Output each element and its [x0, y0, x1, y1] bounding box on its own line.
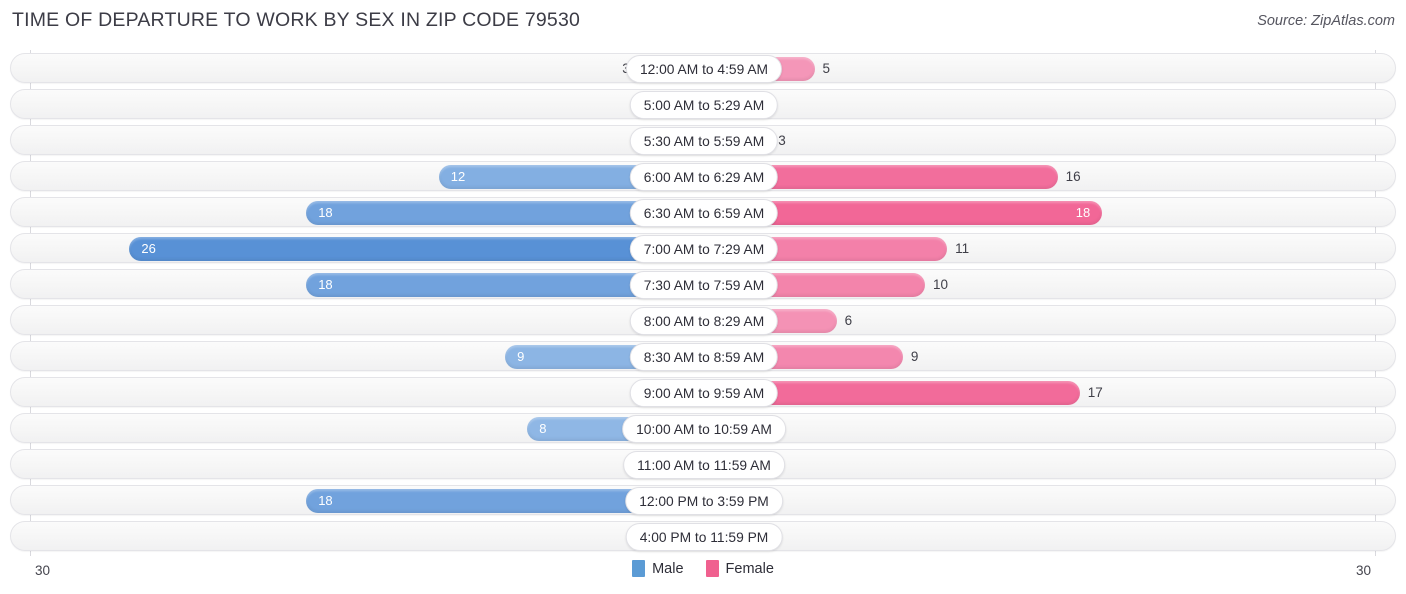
page-title: TIME OF DEPARTURE TO WORK BY SEX IN ZIP …: [12, 9, 581, 31]
category-label: 11:00 AM to 11:59 AM: [623, 451, 785, 479]
table-row: 004:00 PM to 11:59 PM: [10, 521, 1396, 551]
bar-value-male: 18: [318, 277, 333, 292]
bar-value-female: 17: [1087, 385, 1103, 400]
legend-item-female[interactable]: Female: [705, 560, 774, 577]
legend-swatch-female: [705, 560, 719, 577]
category-label: 8:00 AM to 8:29 AM: [629, 307, 779, 335]
table-row: 0011:00 AM to 11:59 AM: [10, 449, 1396, 479]
bar-value-female: 16: [1065, 169, 1081, 184]
table-row: 268:00 AM to 8:29 AM: [10, 305, 1396, 335]
chart-container: TIME OF DEPARTURE TO WORK BY SEX IN ZIP …: [0, 0, 1406, 594]
bar-layer: 005:00 AM to 5:29 AM: [11, 90, 1397, 120]
table-row: 0179:00 AM to 9:59 AM: [10, 377, 1396, 407]
bar-value-male: 12: [450, 169, 466, 184]
category-label: 12:00 AM to 4:59 AM: [625, 55, 783, 83]
bar-value-female: 3: [778, 133, 786, 148]
category-label: 7:30 AM to 7:59 AM: [629, 271, 779, 299]
bar-layer: 18 10 7:30 AM to 7:59 AM: [11, 270, 1397, 300]
bar-value-male: 8: [539, 421, 547, 436]
legend-item-male[interactable]: Male: [632, 560, 684, 577]
table-row: 18 10 7:30 AM to 7:59 AM: [10, 269, 1396, 299]
bar-value-male: 9: [517, 349, 525, 364]
table-row: 8310:00 AM to 10:59 AM: [10, 413, 1396, 443]
category-label: 4:00 PM to 11:59 PM: [625, 523, 783, 551]
bar-layer: 26 11 7:00 AM to 7:29 AM: [11, 234, 1397, 264]
legend-label-female: Female: [725, 560, 774, 577]
table-row: 18 18 6:30 AM to 6:59 AM: [10, 197, 1396, 227]
bar-layer: 3512:00 AM to 4:59 AM: [11, 54, 1397, 84]
bar-value-male: 18: [318, 205, 333, 220]
legend-label-male: Male: [652, 560, 684, 577]
category-label: 5:00 AM to 5:29 AM: [629, 91, 779, 119]
bar-layer: 9 9 8:30 AM to 8:59 AM: [11, 342, 1397, 372]
bar-male-fill: [129, 237, 704, 261]
category-label: 5:30 AM to 5:59 AM: [629, 127, 779, 155]
bar-value-female: 9: [910, 349, 919, 364]
plot-area: 3 5 12:00 AM to 4:59 AM 005:00 AM to 5:29 A…: [0, 50, 1406, 556]
category-label: 12:00 PM to 3:59 PM: [625, 487, 783, 515]
bar-value-female: 6: [844, 313, 853, 328]
table-row: 12 16 6:00 AM to 6:29 AM: [10, 161, 1396, 191]
legend-swatch-male: [632, 560, 646, 577]
table-row: 18012:00 PM to 3:59 PM: [10, 485, 1396, 515]
bar-value-male: 18: [318, 493, 333, 508]
bar-layer: 0011:00 AM to 11:59 AM: [11, 450, 1397, 480]
category-label: 7:00 AM to 7:29 AM: [629, 235, 779, 263]
bar-value-female: 10: [933, 277, 949, 292]
bar-layer: 268:00 AM to 8:29 AM: [11, 306, 1397, 336]
bar-value-female: 18: [1075, 205, 1091, 220]
bar-layer: 12 16 6:00 AM to 6:29 AM: [11, 162, 1397, 192]
table-row: 3512:00 AM to 4:59 AM: [10, 53, 1396, 83]
table-row: 26 11 7:00 AM to 7:29 AM: [10, 233, 1396, 263]
table-row: 135:30 AM to 5:59 AM: [10, 125, 1396, 155]
bar-layer: 004:00 PM to 11:59 PM: [11, 522, 1397, 552]
bar-layer: 8310:00 AM to 10:59 AM: [11, 414, 1397, 444]
table-row: 005:00 AM to 5:29 AM: [10, 89, 1396, 119]
bar-value-female: 11: [955, 241, 970, 256]
bar-value-male: 26: [141, 241, 156, 256]
table-row: 9 9 8:30 AM to 8:59 AM: [10, 341, 1396, 371]
bar-layer: 18 18 6:30 AM to 6:59 AM: [11, 198, 1397, 228]
chart-legend: Male Female: [0, 560, 1406, 577]
bar-layer: 0179:00 AM to 9:59 AM: [11, 378, 1397, 408]
category-label: 9:00 AM to 9:59 AM: [629, 379, 779, 407]
source-attribution: Source: ZipAtlas.com: [1257, 13, 1395, 29]
bar-layer: 135:30 AM to 5:59 AM: [11, 126, 1397, 156]
bar-male[interactable]: [129, 237, 704, 261]
category-label: 6:30 AM to 6:59 AM: [629, 199, 779, 227]
category-label: 10:00 AM to 10:59 AM: [622, 415, 786, 443]
bar-layer: 18012:00 PM to 3:59 PM: [11, 486, 1397, 516]
bar-value-female: 5: [822, 61, 831, 76]
category-label: 8:30 AM to 8:59 AM: [629, 343, 779, 371]
category-label: 6:00 AM to 6:29 AM: [629, 163, 779, 191]
